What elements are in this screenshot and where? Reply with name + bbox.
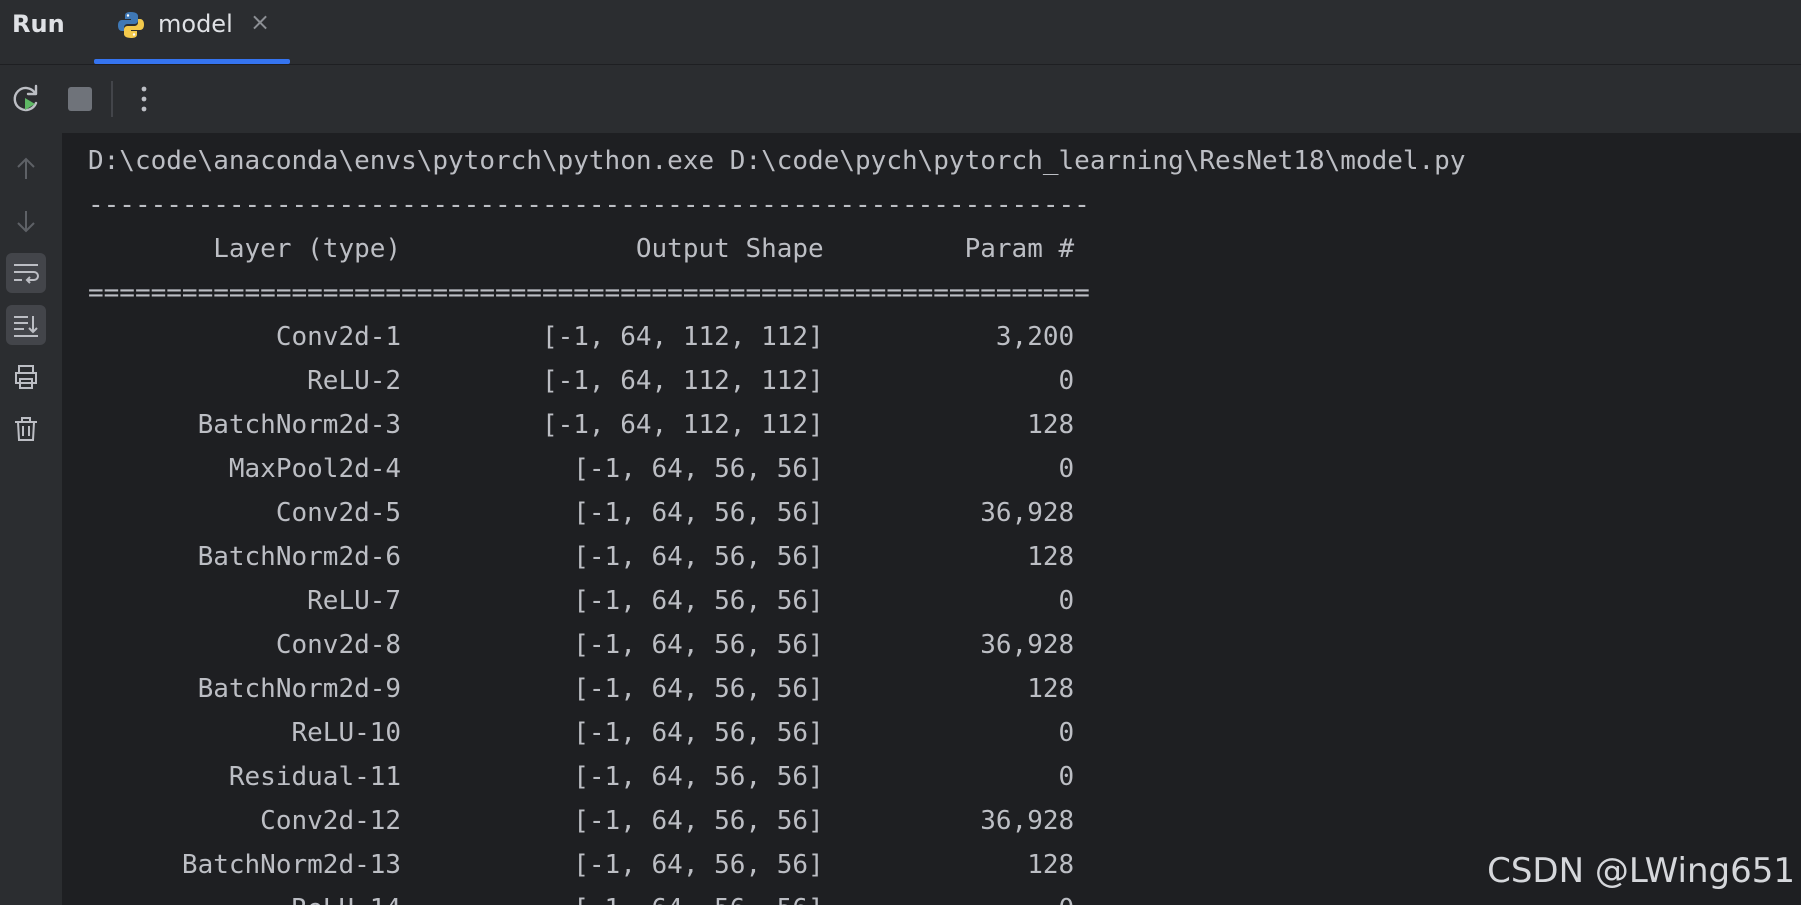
summary-header: Layer (type) Output Shape Param # xyxy=(88,234,1075,264)
tab-model[interactable]: model × xyxy=(94,0,290,64)
more-vertical-icon[interactable] xyxy=(126,81,162,117)
run-toolbar xyxy=(0,65,1801,133)
run-title: Run xyxy=(12,10,65,38)
summary-row: ReLU-7 [-1, 64, 56, 56] 0 xyxy=(88,586,1075,616)
run-tool-window: Run model × D:\code\anaconda\envs\pytorc… xyxy=(0,0,1801,905)
summary-row: Conv2d-5 [-1, 64, 56, 56] 36,928 xyxy=(88,498,1075,528)
summary-row: BatchNorm2d-9 [-1, 64, 56, 56] 128 xyxy=(88,674,1075,704)
arrow-down-icon[interactable] xyxy=(6,201,46,241)
run-tab-bar: Run model × xyxy=(0,0,1801,65)
summary-row: BatchNorm2d-6 [-1, 64, 56, 56] 128 xyxy=(88,542,1075,572)
stop-icon[interactable] xyxy=(62,81,98,117)
summary-row: MaxPool2d-4 [-1, 64, 56, 56] 0 xyxy=(88,454,1075,484)
summary-row: Conv2d-1 [-1, 64, 112, 112] 3,200 xyxy=(88,322,1075,352)
summary-row: Residual-11 [-1, 64, 56, 56] 0 xyxy=(88,762,1075,792)
toolbar-separator xyxy=(111,81,113,117)
summary-row: Conv2d-12 [-1, 64, 56, 56] 36,928 xyxy=(88,806,1075,836)
arrow-up-icon[interactable] xyxy=(6,149,46,189)
summary-row: BatchNorm2d-3 [-1, 64, 112, 112] 128 xyxy=(88,410,1075,440)
soft-wrap-icon[interactable] xyxy=(6,253,46,293)
python-icon xyxy=(118,12,144,38)
rerun-icon[interactable] xyxy=(8,81,44,117)
print-icon[interactable] xyxy=(6,357,46,397)
tab-label: model xyxy=(158,10,233,38)
trash-icon[interactable] xyxy=(6,409,46,449)
summary-row: ReLU-10 [-1, 64, 56, 56] 0 xyxy=(88,718,1075,748)
summary-row: ReLU-2 [-1, 64, 112, 112] 0 xyxy=(88,366,1075,396)
active-tab-indicator xyxy=(94,59,290,64)
watermark: CSDN @LWing651 xyxy=(1487,851,1795,891)
separator-equals: ========================================… xyxy=(88,278,1090,308)
scroll-to-end-icon[interactable] xyxy=(6,305,46,345)
console-text: D:\code\anaconda\envs\pytorch\python.exe… xyxy=(88,139,1466,905)
separator-dashes: ----------------------------------------… xyxy=(88,190,1090,220)
summary-row: Conv2d-8 [-1, 64, 56, 56] 36,928 xyxy=(88,630,1075,660)
close-tab-icon[interactable]: × xyxy=(250,8,270,36)
summary-row: BatchNorm2d-13 [-1, 64, 56, 56] 128 xyxy=(88,850,1075,880)
console-output[interactable]: D:\code\anaconda\envs\pytorch\python.exe… xyxy=(62,133,1801,905)
command-line: D:\code\anaconda\envs\pytorch\python.exe… xyxy=(88,146,1466,176)
console-side-toolbar xyxy=(0,133,62,905)
summary-row: ReLU-14 [-1, 64, 56, 56] 0 xyxy=(88,887,1466,905)
